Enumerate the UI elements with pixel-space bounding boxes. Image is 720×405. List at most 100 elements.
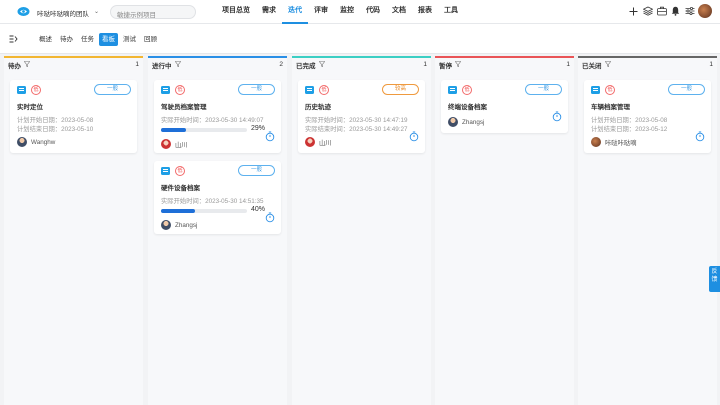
briefcase-icon[interactable]	[656, 4, 667, 18]
plus-icon[interactable]	[628, 4, 639, 18]
priority-tag[interactable]: 一般	[94, 84, 131, 95]
nav-item-3[interactable]: 评审	[308, 0, 334, 24]
timer-icon[interactable]	[695, 131, 705, 142]
column-title: 暂停	[439, 63, 452, 70]
project-selector[interactable]: 敏捷示例项目	[110, 5, 196, 19]
assignee-name: Wanghw	[31, 138, 56, 146]
card-title[interactable]: 实时定位	[17, 101, 43, 111]
column-count: 1	[423, 61, 427, 68]
iteration-tabs: 概述 待办 任务 看板 测试 回顾	[36, 33, 160, 46]
column-header: 暂停 1	[435, 58, 574, 72]
subtab-5[interactable]: 回顾	[141, 33, 160, 46]
assignee-avatar	[17, 137, 27, 147]
priority-tag[interactable]: 一般	[238, 84, 275, 95]
timer-icon[interactable]	[265, 131, 275, 142]
chevron-down-icon[interactable]: ⌄	[94, 8, 99, 15]
nav-item-8[interactable]: 工具	[438, 0, 464, 24]
user-avatar[interactable]	[698, 4, 712, 18]
nav-item-7[interactable]: 报表	[412, 0, 438, 24]
priority-tag[interactable]: 一般	[238, 165, 275, 176]
task-card[interactable]: 低 一般 驾驶员档案管理 实际开始时间：2023-05-30 14:49:07 29% 山…	[154, 80, 281, 153]
nav-item-5[interactable]: 代码	[360, 0, 386, 24]
progress-fill	[161, 128, 186, 132]
filter-icon[interactable]	[454, 61, 462, 69]
feedback-label: 反馈	[711, 269, 718, 283]
bell-icon[interactable]	[670, 4, 681, 18]
nav-item-0[interactable]: 项目总览	[216, 0, 256, 24]
card-date-line: 计划开始日期：2023-05-08	[17, 117, 94, 124]
kanban-column: 待办 1 低 一般实时定位计划开始日期：2023-05-08 计划结束日期：2023-0…	[4, 56, 143, 405]
task-type-icon	[161, 167, 170, 175]
card-title[interactable]: 车辆档案管理	[591, 101, 630, 111]
column-header: 已完成 1	[292, 58, 431, 72]
card-title[interactable]: 终端设备档案	[448, 101, 487, 111]
subtab-2[interactable]: 任务	[78, 33, 97, 46]
priority-icon: 低	[462, 85, 472, 95]
column-count: 2	[279, 61, 283, 68]
column-header: 已关闭 1	[578, 58, 717, 72]
assignee-avatar	[591, 137, 601, 147]
nav-item-1[interactable]: 需求	[256, 0, 282, 24]
priority-tag[interactable]: 较高	[382, 84, 419, 95]
assignee[interactable]: 山川	[305, 137, 332, 147]
timer-icon[interactable]	[409, 131, 419, 142]
priority-icon: 低	[175, 166, 185, 176]
assignee[interactable]: Zhangsj	[161, 220, 197, 230]
feedback-button[interactable]: 反馈	[709, 266, 720, 292]
nav-item-6[interactable]: 文档	[386, 0, 412, 24]
filter-icon[interactable]	[318, 61, 325, 69]
column-title: 进行中	[152, 63, 172, 70]
priority-icon: 低	[31, 85, 41, 95]
task-card[interactable]: 低 一般终端设备档案 Zhangsj	[441, 80, 568, 133]
app-logo-icon[interactable]	[17, 6, 30, 17]
priority-icon: 低	[319, 85, 329, 95]
priority-icon: 低	[175, 85, 185, 95]
priority-tag[interactable]: 一般	[525, 84, 562, 95]
task-card[interactable]: 低 较高 历史轨迹 实际开始时间：2023-05-30 14:47:19 实际结束时间：…	[298, 80, 425, 153]
card-date-line: 计划开始日期：2023-05-08	[591, 117, 668, 124]
assignee[interactable]: 咔哒咔哒嘀	[591, 137, 636, 147]
nav-item-2[interactable]: 迭代	[282, 0, 308, 24]
card-title[interactable]: 驾驶员档案管理	[161, 101, 207, 111]
task-type-icon	[17, 86, 26, 94]
subtab-0[interactable]: 概述	[36, 33, 55, 46]
assignee-avatar	[161, 139, 171, 149]
column-count: 1	[566, 61, 570, 68]
task-card[interactable]: 低 一般 车辆档案管理 计划开始日期：2023-05-08 计划结束日期：2023-05…	[584, 80, 711, 153]
assignee[interactable]: Wanghw	[17, 137, 55, 147]
assignee-name: 山川	[319, 139, 332, 147]
kanban-board: 待办 1 低一般 实时定位 计划开始日期：2023-05-08 计划结束日期：2023-0…	[0, 54, 720, 405]
assignee-avatar	[305, 137, 315, 147]
task-card[interactable]: 低 一般实时定位计划开始日期：2023-05-08 计划结束日期：2023-05-1…	[10, 80, 137, 153]
task-card[interactable]: 低 一般 硬件设备档案 实际开始时间：2023-05-30 14:51:35 40% Zh…	[154, 161, 281, 234]
card-date-line: 计划结束日期：2023-05-10	[17, 126, 94, 133]
timer-icon[interactable]	[552, 111, 562, 122]
sub-bar: 概述 待办 任务 看板 测试 回顾	[0, 24, 720, 54]
assignee[interactable]: 山川	[161, 139, 188, 149]
filter-icon[interactable]	[174, 61, 181, 69]
nav-item-4[interactable]: 监控	[334, 0, 360, 24]
column-header: 待办 1	[4, 58, 143, 72]
filter-icon[interactable]	[604, 61, 611, 69]
subtab-4[interactable]: 测试	[120, 33, 139, 46]
assignee[interactable]: Zhangsj	[448, 117, 484, 127]
card-start-time: 实际开始时间：2023-05-30 14:51:35	[161, 198, 264, 205]
subtab-1[interactable]: 待办	[57, 33, 76, 46]
card-title[interactable]: 历史轨迹	[305, 101, 331, 111]
kanban-column: 已关闭 1 低 一般 车辆档案管理 计划开始日期：2023-05-08 计划结束日期：202…	[578, 56, 717, 405]
kanban-column: 暂停 1 低 一般终端设备档案 Zhangsj	[435, 56, 574, 405]
subtab-3[interactable]: 看板	[99, 33, 118, 46]
card-title[interactable]: 硬件设备档案	[161, 182, 200, 192]
timer-icon[interactable]	[265, 212, 275, 223]
team-name[interactable]: 咔哒咔哒嘀的团队	[37, 8, 89, 18]
assignee-avatar	[448, 117, 458, 127]
task-type-icon	[161, 86, 170, 94]
expand-sidebar-icon[interactable]	[9, 35, 18, 45]
assignee-name: Zhangsj	[175, 221, 198, 229]
priority-tag[interactable]: 一般	[668, 84, 705, 95]
filter-icon[interactable]	[23, 61, 31, 69]
sliders-icon[interactable]	[684, 4, 695, 18]
card-date-line: 计划结束日期：2023-05-12	[591, 126, 668, 133]
layers-icon[interactable]	[642, 4, 653, 18]
column-header: 进行中 2	[148, 58, 287, 72]
